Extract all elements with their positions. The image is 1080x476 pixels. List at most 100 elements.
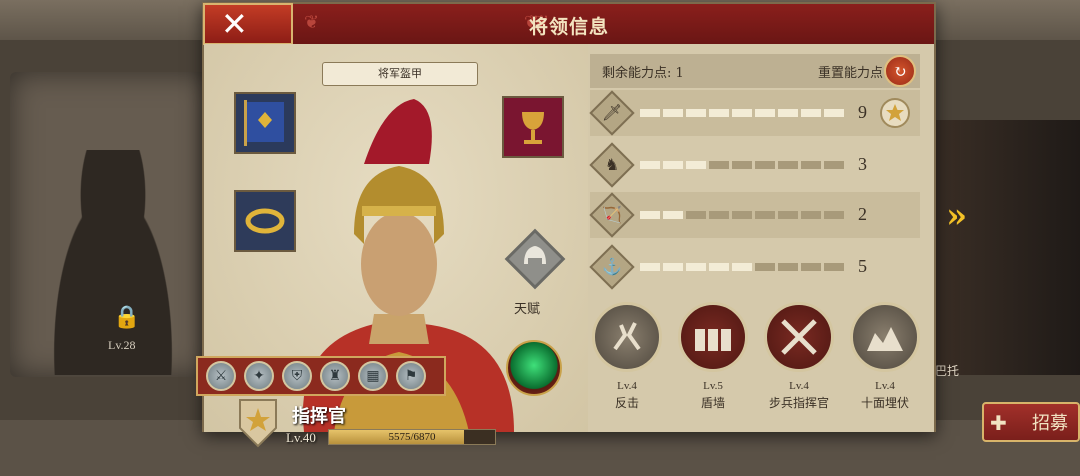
stat-segment <box>778 161 798 169</box>
commander-title: 指挥官 <box>292 406 346 427</box>
star-badge-icon <box>880 98 910 128</box>
skill-name: 反击 <box>614 396 639 410</box>
ambush-skill-icon <box>867 327 903 351</box>
shield-wall-skill-icon <box>695 329 731 351</box>
armor-label[interactable]: 将军盔甲 <box>322 62 478 86</box>
stat-bar <box>640 211 844 219</box>
stat-value: 5 <box>858 256 867 276</box>
formation-icon[interactable]: ▦ <box>358 361 388 391</box>
commander-level: Lv.40 <box>286 430 316 445</box>
stat-segment <box>686 161 706 169</box>
stat-row-sword: 🗡 9 <box>589 90 920 136</box>
stat-segment <box>801 263 821 271</box>
next-hero-name: 巴托 <box>935 364 960 378</box>
stat-segment <box>732 161 752 169</box>
stat-segment <box>824 263 844 271</box>
stat-row-anchor: ⚓ 5 <box>589 244 920 290</box>
stat-segment <box>801 109 821 117</box>
stat-row-bow: 🏹 2 <box>589 192 920 238</box>
stat-segment <box>709 211 729 219</box>
skill-level: Lv.4 <box>617 380 637 392</box>
stat-segment <box>801 161 821 169</box>
skill-level: Lv.5 <box>703 380 723 392</box>
stat-segment <box>755 161 775 169</box>
experience-text: 5575/6870 <box>388 431 436 443</box>
shield-wall-icon[interactable]: ✦ <box>244 361 274 391</box>
next-hero-card[interactable] <box>930 120 1080 375</box>
emerald-gem-slot[interactable] <box>506 340 562 396</box>
recruit-label: 招募 <box>1032 413 1068 434</box>
stat-segment <box>824 161 844 169</box>
title-bar: ❦ ❦ ❦ 将领信息 <box>204 4 934 44</box>
sword-icon: 🗡 <box>589 90 635 136</box>
stat-segment <box>663 263 683 271</box>
stat-segment <box>801 211 821 219</box>
bow-icon: 🏹 <box>589 192 635 238</box>
crossed-swords-skill-icon <box>781 319 817 355</box>
rank-star-badge <box>239 399 277 448</box>
skill-level: Lv.4 <box>875 380 895 392</box>
stat-row-horse: ♞ 3 <box>589 142 920 188</box>
stat-value: 3 <box>858 154 867 174</box>
stat-segment <box>663 211 683 219</box>
skill-level: Lv.4 <box>789 380 809 392</box>
skill-name: 十面埋伏 <box>860 396 909 410</box>
stat-segment <box>778 263 798 271</box>
stat-segment <box>686 109 706 117</box>
general-info-panel: ❦ ❦ ❦ 将领信息 ✕ 将军盔甲 天赋 ⚔ ✦ ⛨ ♜ ▦ ⚑ 指挥官 Lv.… <box>196 2 936 448</box>
stat-segment <box>640 161 660 169</box>
stat-segment <box>732 263 752 271</box>
anchor-icon: ⚓ <box>589 244 635 290</box>
stat-bar <box>640 109 844 117</box>
stat-segment <box>640 263 660 271</box>
stat-segment <box>755 109 775 117</box>
skill-infantry-commander-button[interactable] <box>764 302 834 372</box>
counter-skill-icon <box>613 322 641 351</box>
points-header: 剩余能力点: 1 重置能力点 ↻ <box>590 54 920 88</box>
banner-small-icon[interactable]: ⚑ <box>396 361 426 391</box>
stat-segment <box>663 109 683 117</box>
stats-area: 剩余能力点: 1 重置能力点 ↻ 🗡 9 ♞ 3 🏹 2 ⚓ 5 Lv.4 反击… <box>588 44 934 432</box>
stat-segment <box>732 109 752 117</box>
stat-value: 2 <box>858 204 867 224</box>
stat-segment <box>732 211 752 219</box>
close-button[interactable]: ✕ <box>203 3 293 45</box>
stat-segment <box>824 109 844 117</box>
next-hero-arrow-icon[interactable]: » <box>946 196 967 236</box>
skill-icon-bar: ⚔ ✦ ⛨ ♜ ▦ ⚑ <box>196 356 446 396</box>
stat-segment <box>640 211 660 219</box>
stat-segment <box>709 263 729 271</box>
close-icon: ✕ <box>221 5 248 43</box>
stat-bar <box>640 161 844 169</box>
stat-segment <box>755 211 775 219</box>
refresh-icon: ↻ <box>893 61 907 81</box>
recruit-plus-icon: ✚ <box>990 411 1007 435</box>
stat-segment <box>778 109 798 117</box>
skill-name: 步兵指挥官 <box>768 396 829 410</box>
reset-points-label: 重置能力点 <box>818 66 884 81</box>
stat-segment <box>640 109 660 117</box>
recruit-button[interactable]: ✚ 招募 <box>982 402 1080 442</box>
locked-hero-level: Lv.28 <box>108 338 136 352</box>
skill-ambush-button[interactable] <box>850 302 920 372</box>
defense-icon[interactable]: ⛨ <box>282 361 312 391</box>
stat-segment <box>663 161 683 169</box>
skill-name: 盾墙 <box>700 396 725 410</box>
skill-counter-button[interactable] <box>592 302 662 372</box>
stat-segment <box>709 161 729 169</box>
stat-segment <box>755 263 775 271</box>
hero-display: 将军盔甲 天赋 ⚔ ✦ ⛨ ♜ ▦ ⚑ 指挥官 Lv.40 5575/6870 <box>196 44 588 448</box>
remaining-points-label: 剩余能力点: 1 <box>602 66 684 81</box>
stat-value: 9 <box>858 102 867 122</box>
stat-segment <box>778 211 798 219</box>
horse-icon: ♞ <box>589 142 635 188</box>
skill-shield-wall-button[interactable] <box>678 302 748 372</box>
helmet-icon[interactable]: ♜ <box>320 361 350 391</box>
stat-segment <box>686 211 706 219</box>
reset-points-button[interactable]: ↻ <box>884 55 916 87</box>
panel-title: 将领信息 <box>528 16 609 38</box>
stat-segment <box>709 109 729 117</box>
counter-icon[interactable]: ⚔ <box>206 361 236 391</box>
experience-bar: 5575/6870 <box>328 429 496 445</box>
lock-icon: 🔒 <box>113 305 141 330</box>
